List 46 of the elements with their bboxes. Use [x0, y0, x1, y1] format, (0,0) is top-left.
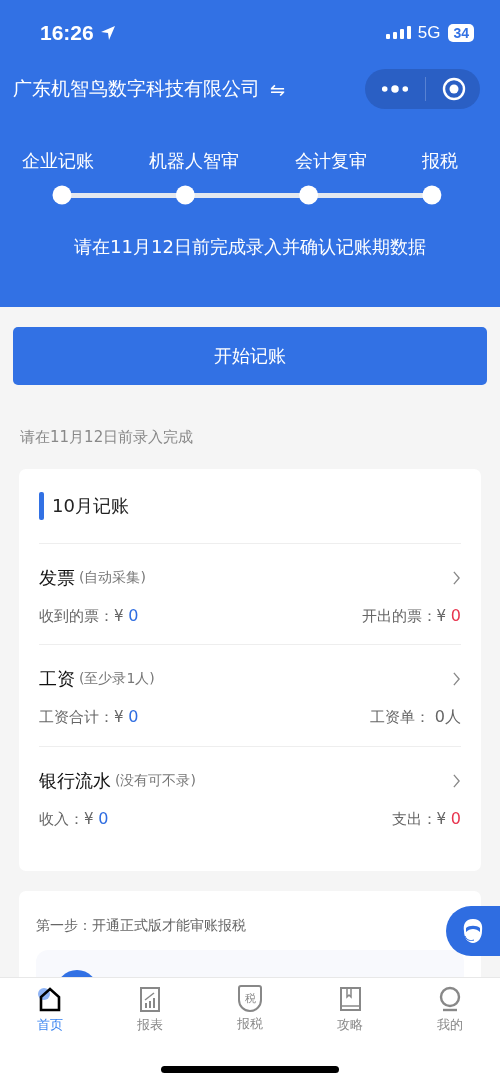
- tab-item[interactable]: 我的: [400, 985, 500, 1034]
- section-title[interactable]: 工资: [39, 667, 75, 691]
- stat-value: 0: [128, 606, 139, 625]
- chevron-right-icon[interactable]: [452, 774, 461, 788]
- section-title[interactable]: 发票: [39, 566, 75, 590]
- stat-text: 工资单： 0人: [370, 707, 461, 728]
- section-note: (至少录1人): [79, 670, 155, 688]
- signal-icon: [385, 25, 412, 41]
- stat-value: 0人: [434, 707, 461, 726]
- section-title[interactable]: 银行流水: [39, 769, 111, 793]
- step-label: 会计复审: [294, 149, 367, 173]
- notice-text: 请在11月12日前完成录入并确认记账期数据: [73, 235, 427, 259]
- stat-text: 收入：¥ 0: [39, 809, 109, 829]
- tab-item[interactable]: 攻略: [300, 985, 400, 1034]
- card-title: 10月记账: [52, 494, 129, 518]
- stat-value: 0: [450, 606, 461, 625]
- company-name[interactable]: 广东机智鸟数字科技有限公司: [13, 76, 260, 102]
- step-label: 企业记账: [22, 149, 94, 173]
- tab-item[interactable]: 报表: [100, 985, 200, 1034]
- battery-level: 34: [448, 24, 474, 42]
- chevron-right-icon[interactable]: [452, 672, 461, 686]
- step-text: 第一步：开通正式版才能审账报税: [36, 917, 247, 935]
- title-bar-icon: [39, 492, 44, 520]
- section-note: (没有可不录): [115, 772, 196, 790]
- start-bookkeeping-button[interactable]: 开始记账: [13, 327, 487, 385]
- chevron-right-icon[interactable]: [452, 571, 461, 585]
- stat-text: 支出：¥ 0: [391, 809, 461, 829]
- more-icon[interactable]: [381, 84, 409, 94]
- shield-icon: 税: [238, 985, 262, 1012]
- step-label: 机器人智审: [149, 149, 240, 173]
- close-icon[interactable]: [442, 77, 466, 101]
- stat-text: 开出的票：¥ 0: [361, 606, 461, 626]
- tab-item[interactable]: 税 报税: [200, 985, 300, 1033]
- stat-text: 工资合计：¥ 0: [39, 707, 139, 728]
- switch-company-button[interactable]: ⇋: [270, 78, 286, 100]
- stat-text: 收到的票：¥ 0: [39, 606, 139, 626]
- section-note: (自动采集): [79, 569, 146, 587]
- stat-value: 0: [128, 707, 139, 726]
- step-label: 报税: [422, 149, 458, 173]
- customer-service-button[interactable]: [446, 906, 500, 956]
- status-time: 16:26: [40, 21, 94, 45]
- stat-value: 0: [98, 809, 109, 828]
- location-arrow-icon: [99, 25, 116, 41]
- stat-value: 0: [450, 809, 461, 828]
- network-label: 5G: [417, 23, 441, 43]
- deadline-hint: 请在11月12日前录入完成: [20, 428, 195, 447]
